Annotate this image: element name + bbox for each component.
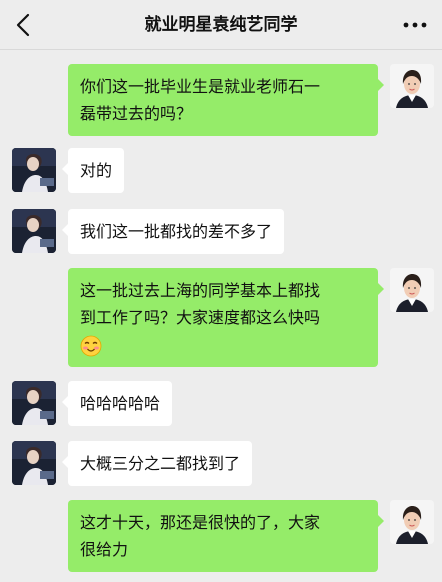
message-line: 哈哈哈哈哈 bbox=[80, 394, 161, 413]
chat-header: 就业明星袁纯艺同学 bbox=[0, 0, 442, 50]
message-line: 我们这一批都找的差不多了 bbox=[80, 222, 273, 241]
message-bubble-incoming[interactable]: 我们这一批都找的差不多了 bbox=[61, 209, 285, 254]
message-bubble-incoming[interactable]: 对的 bbox=[61, 148, 125, 193]
contact-avatar[interactable] bbox=[12, 148, 56, 192]
message-bubble-outgoing[interactable]: 这才十天，那还是很快的了，大家 很给力 bbox=[68, 500, 384, 572]
message-bubble-outgoing[interactable]: 你们这一批毕业生是就业老师石一 磊带过去的吗？ bbox=[68, 64, 384, 136]
message-bubble-incoming[interactable]: 哈哈哈哈哈 bbox=[61, 381, 173, 426]
message-line: 磊带过去的吗？ bbox=[80, 104, 193, 123]
message-line: 这才十天，那还是很快的了，大家 bbox=[80, 513, 321, 532]
message-line: 到工作了吗？大家速度都这么快吗 bbox=[80, 308, 321, 327]
chat-title: 就业明星袁纯艺同学 bbox=[144, 15, 298, 35]
more-dots-icon[interactable] bbox=[402, 13, 428, 37]
chevron-left-icon[interactable] bbox=[12, 12, 36, 38]
message-line: 你们这一批毕业生是就业老师石一 bbox=[80, 77, 321, 96]
my-avatar[interactable] bbox=[390, 64, 434, 108]
message-bubble-outgoing[interactable]: 这一批过去上海的同学基本上都找 到工作了吗？大家速度都这么快吗 bbox=[68, 268, 384, 367]
contact-avatar[interactable] bbox=[12, 381, 56, 425]
contact-avatar[interactable] bbox=[12, 441, 56, 485]
message-line: 很给力 bbox=[80, 540, 129, 559]
message-bubble-incoming[interactable]: 大概三分之二都找到了 bbox=[61, 441, 253, 486]
my-avatar[interactable] bbox=[390, 500, 434, 544]
contact-avatar[interactable] bbox=[12, 209, 56, 253]
message-line: 这一批过去上海的同学基本上都找 bbox=[80, 281, 321, 300]
message-line: 对的 bbox=[80, 161, 113, 180]
my-avatar[interactable] bbox=[390, 268, 434, 312]
laughing-blush-emoji-icon bbox=[80, 335, 102, 356]
message-line: 大概三分之二都找到了 bbox=[80, 454, 241, 473]
